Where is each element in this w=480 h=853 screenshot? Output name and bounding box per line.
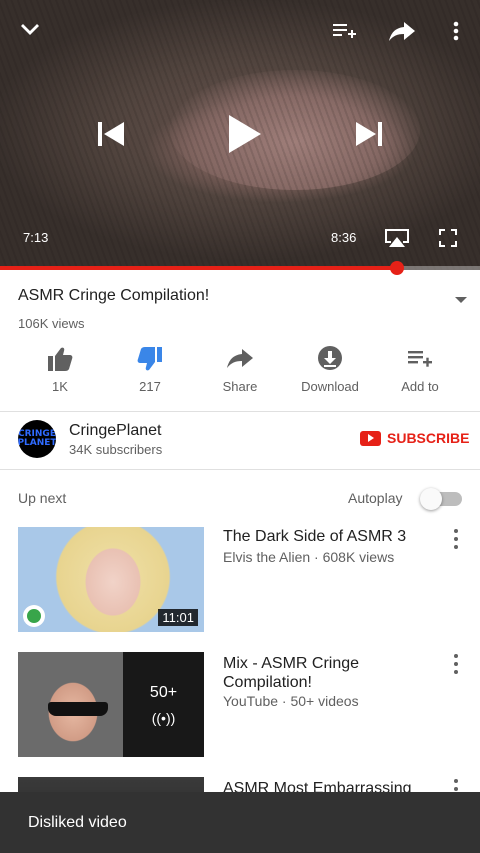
more-options-icon[interactable] [446, 18, 466, 44]
download-button[interactable]: Download [285, 345, 375, 401]
video-thumbnail[interactable]: 50+ ((•)) [18, 652, 204, 757]
share-icon [227, 349, 253, 368]
add-to-playlist-icon[interactable] [330, 16, 360, 46]
play-icon[interactable] [220, 110, 268, 158]
youtube-logo-icon [360, 430, 381, 446]
cast-icon[interactable] [382, 226, 412, 250]
list-item[interactable]: 50+ ((•)) Mix - ASMR Cringe Compilation!… [18, 652, 468, 757]
subscribe-button[interactable]: SUBSCRIBE [360, 430, 469, 446]
channel-name[interactable]: CringePlanet [69, 422, 162, 440]
subscriber-count: 34K subscribers [69, 442, 163, 457]
add-to-label: Add to [401, 379, 439, 394]
progress-played [0, 266, 398, 270]
toggle-thumb [420, 488, 442, 510]
like-button[interactable]: 1K [15, 345, 105, 401]
add-to-playlist-icon [408, 351, 432, 367]
minimize-chevron-icon[interactable] [14, 14, 46, 46]
subscribe-label: SUBSCRIBE [387, 430, 470, 446]
mix-broadcast-icon: ((•)) [151, 709, 176, 726]
autoplay-label: Autoplay [348, 490, 403, 506]
progress-scrubber[interactable] [390, 261, 405, 275]
dislike-count: 217 [139, 379, 161, 394]
current-time: 7:13 [23, 230, 49, 245]
video-title: ASMR Cringe Compilation! [18, 287, 210, 304]
mix-count: 50+ [149, 683, 178, 701]
video-item-title: Mix - ASMR Cringe Compilation! [223, 655, 360, 691]
expand-description-icon[interactable] [454, 291, 468, 309]
snackbar: Disliked video [0, 792, 480, 853]
thumbs-up-icon [48, 347, 73, 371]
dislike-button[interactable]: 217 [105, 345, 195, 401]
video-item-meta: Elvis the Alien · 608K views [223, 549, 395, 565]
video-item-meta: YouTube · 50+ videos [223, 693, 359, 709]
like-count: 1K [52, 379, 68, 394]
view-count: 106K views [18, 316, 85, 331]
progress-bar[interactable] [0, 261, 480, 275]
list-item[interactable]: 11:01 The Dark Side of ASMR 3 Elvis the … [18, 527, 468, 632]
share-label: Share [222, 379, 258, 394]
snackbar-message: Disliked video [28, 813, 127, 831]
divider [0, 469, 480, 470]
autoplay-toggle[interactable] [420, 488, 462, 510]
previous-icon[interactable] [90, 114, 130, 154]
total-time: 8:36 [331, 230, 357, 245]
more-options-icon[interactable] [452, 654, 460, 674]
download-icon [318, 346, 342, 370]
fullscreen-icon[interactable] [436, 226, 460, 250]
channel-badge-icon [23, 605, 45, 627]
add-to-button[interactable]: Add to [375, 345, 465, 401]
share-icon[interactable] [386, 16, 418, 46]
share-button[interactable]: Share [195, 345, 285, 401]
action-bar: 1K 217 Share Download Add to [15, 345, 465, 401]
up-next-heading: Up next [18, 490, 67, 506]
mix-overlay: 50+ ((•)) [123, 652, 204, 757]
next-icon[interactable] [350, 114, 390, 154]
more-options-icon[interactable] [452, 529, 460, 549]
channel-avatar[interactable]: CRINGE PLANET [18, 420, 56, 458]
video-thumbnail[interactable]: 11:01 [18, 527, 204, 632]
thumbs-down-icon [137, 347, 162, 371]
duration-badge: 11:01 [158, 609, 198, 626]
download-label: Download [301, 379, 359, 394]
video-player[interactable]: 7:13 8:36 [0, 0, 480, 270]
divider [0, 411, 480, 412]
video-item-title: The Dark Side of ASMR 3 [223, 528, 407, 545]
